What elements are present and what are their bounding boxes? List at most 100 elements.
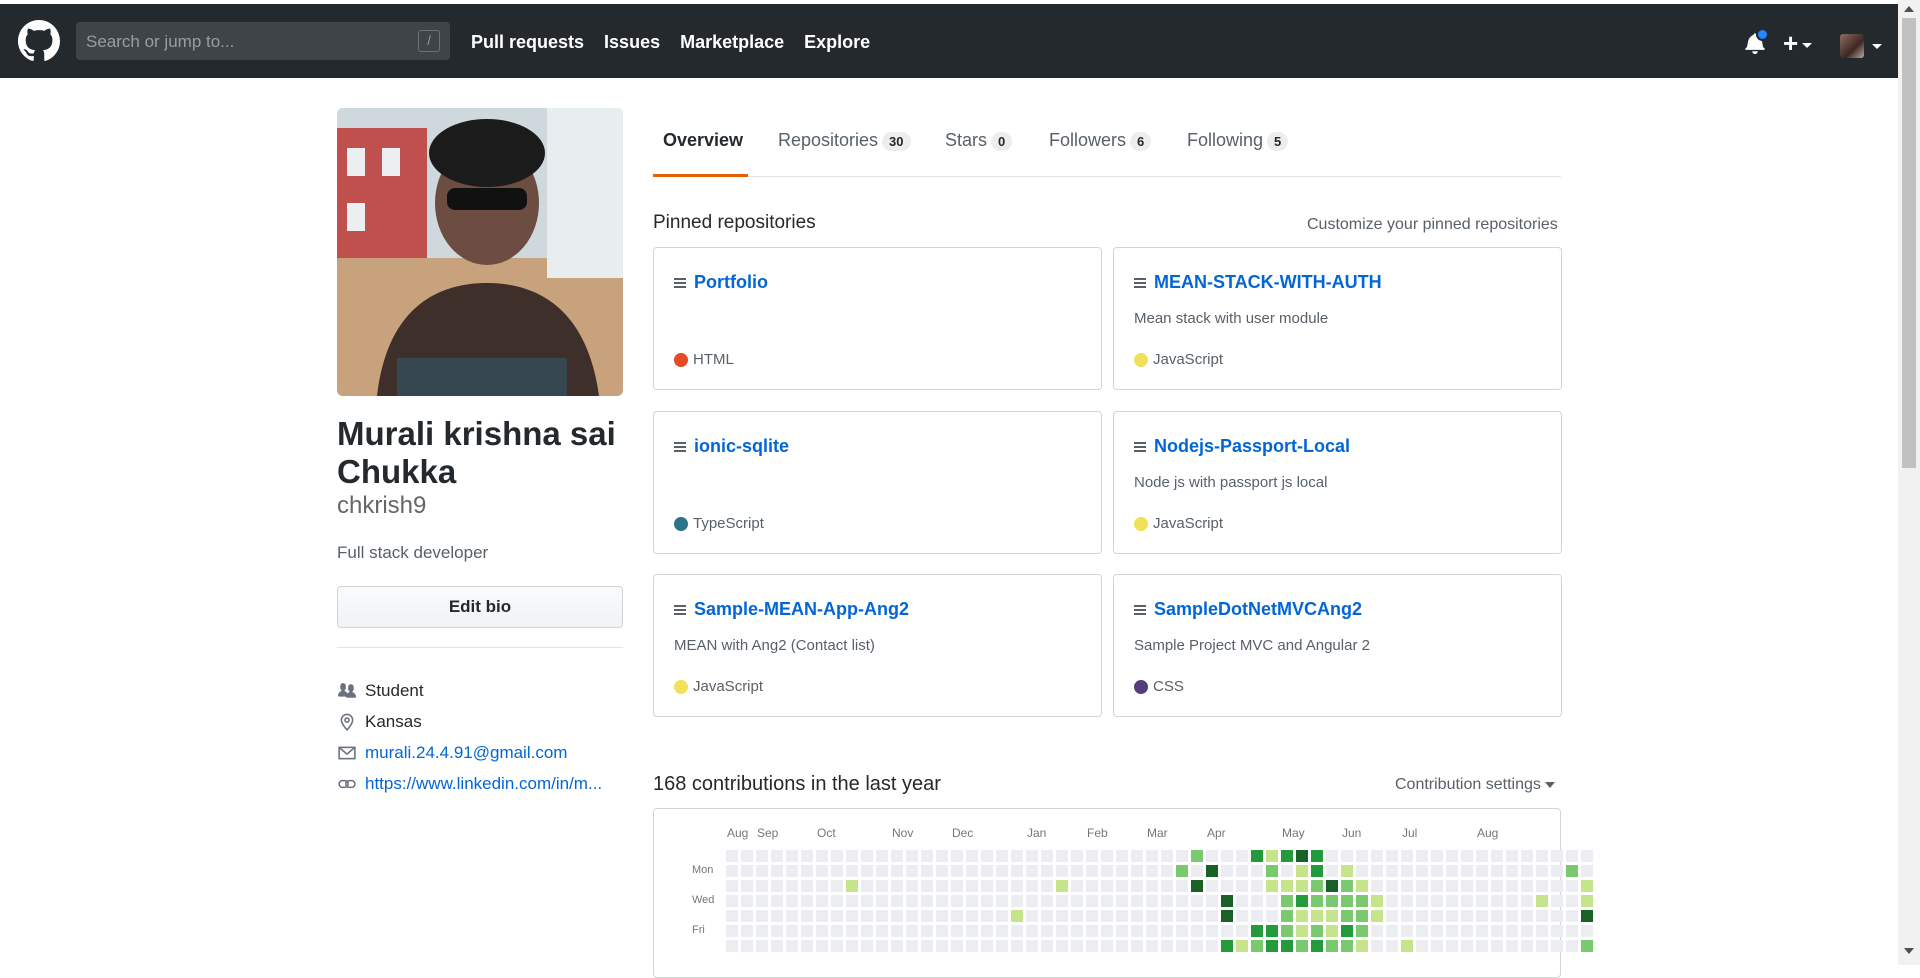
contribution-day[interactable] (981, 925, 993, 937)
contribution-day[interactable] (1131, 940, 1143, 952)
contribution-day[interactable] (936, 940, 948, 952)
contribution-day[interactable] (996, 940, 1008, 952)
contribution-day[interactable] (756, 895, 768, 907)
contribution-day[interactable] (1041, 880, 1053, 892)
contribution-day[interactable] (831, 850, 843, 862)
contribution-day[interactable] (756, 925, 768, 937)
contribution-day[interactable] (1281, 880, 1293, 892)
contribution-day[interactable] (1401, 850, 1413, 862)
contribution-day[interactable] (1521, 910, 1533, 922)
contribution-day[interactable] (936, 880, 948, 892)
contribution-day[interactable] (1356, 940, 1368, 952)
contribution-day[interactable] (1566, 910, 1578, 922)
contribution-day[interactable] (1476, 865, 1488, 877)
contribution-day[interactable] (1311, 925, 1323, 937)
contribution-day[interactable] (1566, 865, 1578, 877)
contribution-day[interactable] (726, 940, 738, 952)
contribution-day[interactable] (1446, 895, 1458, 907)
contribution-day[interactable] (1371, 940, 1383, 952)
contribution-day[interactable] (1281, 865, 1293, 877)
contribution-day[interactable] (756, 910, 768, 922)
contribution-day[interactable] (966, 925, 978, 937)
contribution-day[interactable] (1461, 895, 1473, 907)
contribution-day[interactable] (906, 910, 918, 922)
contribution-day[interactable] (861, 850, 873, 862)
contribution-day[interactable] (1266, 910, 1278, 922)
contribution-settings-dropdown[interactable]: Contribution settings (1395, 776, 1555, 794)
contribution-day[interactable] (1401, 865, 1413, 877)
contribution-day[interactable] (1131, 910, 1143, 922)
contribution-day[interactable] (1071, 865, 1083, 877)
contribution-day[interactable] (1356, 910, 1368, 922)
nav-issues[interactable]: Issues (604, 32, 660, 53)
contribution-day[interactable] (831, 895, 843, 907)
contribution-day[interactable] (906, 895, 918, 907)
page-scrollbar[interactable] (1898, 0, 1920, 965)
contribution-day[interactable] (951, 925, 963, 937)
contribution-day[interactable] (1191, 895, 1203, 907)
contribution-day[interactable] (1131, 925, 1143, 937)
contribution-day[interactable] (741, 910, 753, 922)
contribution-day[interactable] (981, 865, 993, 877)
contribution-day[interactable] (861, 910, 873, 922)
contribution-day[interactable] (1161, 850, 1173, 862)
contribution-day[interactable] (951, 910, 963, 922)
contribution-day[interactable] (1521, 880, 1533, 892)
contribution-day[interactable] (1506, 910, 1518, 922)
contribution-day[interactable] (1206, 850, 1218, 862)
contribution-day[interactable] (1086, 880, 1098, 892)
contribution-day[interactable] (1416, 850, 1428, 862)
contribution-day[interactable] (756, 880, 768, 892)
contribution-day[interactable] (1386, 895, 1398, 907)
tab-repositories[interactable]: Repositories 30 (778, 130, 911, 151)
contribution-day[interactable] (1161, 895, 1173, 907)
contribution-day[interactable] (1491, 895, 1503, 907)
contribution-day[interactable] (1371, 865, 1383, 877)
contribution-day[interactable] (1131, 865, 1143, 877)
contribution-day[interactable] (1086, 865, 1098, 877)
contribution-day[interactable] (981, 895, 993, 907)
contribution-day[interactable] (1266, 865, 1278, 877)
contribution-day[interactable] (1476, 925, 1488, 937)
github-mark-icon[interactable] (18, 20, 60, 62)
contribution-day[interactable] (726, 910, 738, 922)
contribution-day[interactable] (1341, 895, 1353, 907)
contribution-day[interactable] (1371, 895, 1383, 907)
contribution-day[interactable] (1566, 895, 1578, 907)
contribution-day[interactable] (1311, 880, 1323, 892)
repo-name-link[interactable]: Sample-MEAN-App-Ang2 (694, 599, 909, 620)
contribution-day[interactable] (1461, 940, 1473, 952)
contribution-day[interactable] (1446, 940, 1458, 952)
contribution-day[interactable] (891, 940, 903, 952)
contribution-day[interactable] (1086, 925, 1098, 937)
contribution-day[interactable] (1386, 880, 1398, 892)
contribution-day[interactable] (1026, 910, 1038, 922)
contribution-day[interactable] (876, 865, 888, 877)
contribution-day[interactable] (726, 895, 738, 907)
contribution-day[interactable] (1116, 925, 1128, 937)
contribution-day[interactable] (1101, 940, 1113, 952)
contribution-day[interactable] (1566, 940, 1578, 952)
contribution-day[interactable] (1461, 865, 1473, 877)
contribution-day[interactable] (906, 925, 918, 937)
contribution-day[interactable] (861, 865, 873, 877)
contribution-day[interactable] (951, 880, 963, 892)
contribution-day[interactable] (861, 940, 873, 952)
contribution-day[interactable] (1521, 895, 1533, 907)
scroll-up-icon[interactable] (1904, 6, 1914, 12)
contribution-day[interactable] (966, 880, 978, 892)
contribution-day[interactable] (1086, 940, 1098, 952)
tab-stars[interactable]: Stars 0 (945, 130, 1013, 151)
contribution-day[interactable] (1191, 940, 1203, 952)
contribution-day[interactable] (1281, 925, 1293, 937)
contribution-day[interactable] (996, 925, 1008, 937)
contribution-day[interactable] (1416, 895, 1428, 907)
contribution-day[interactable] (1461, 925, 1473, 937)
contribution-day[interactable] (1101, 850, 1113, 862)
contribution-day[interactable] (1041, 940, 1053, 952)
contribution-day[interactable] (906, 850, 918, 862)
contribution-day[interactable] (801, 940, 813, 952)
contribution-day[interactable] (1191, 925, 1203, 937)
contribution-day[interactable] (1146, 895, 1158, 907)
contribution-day[interactable] (1116, 865, 1128, 877)
